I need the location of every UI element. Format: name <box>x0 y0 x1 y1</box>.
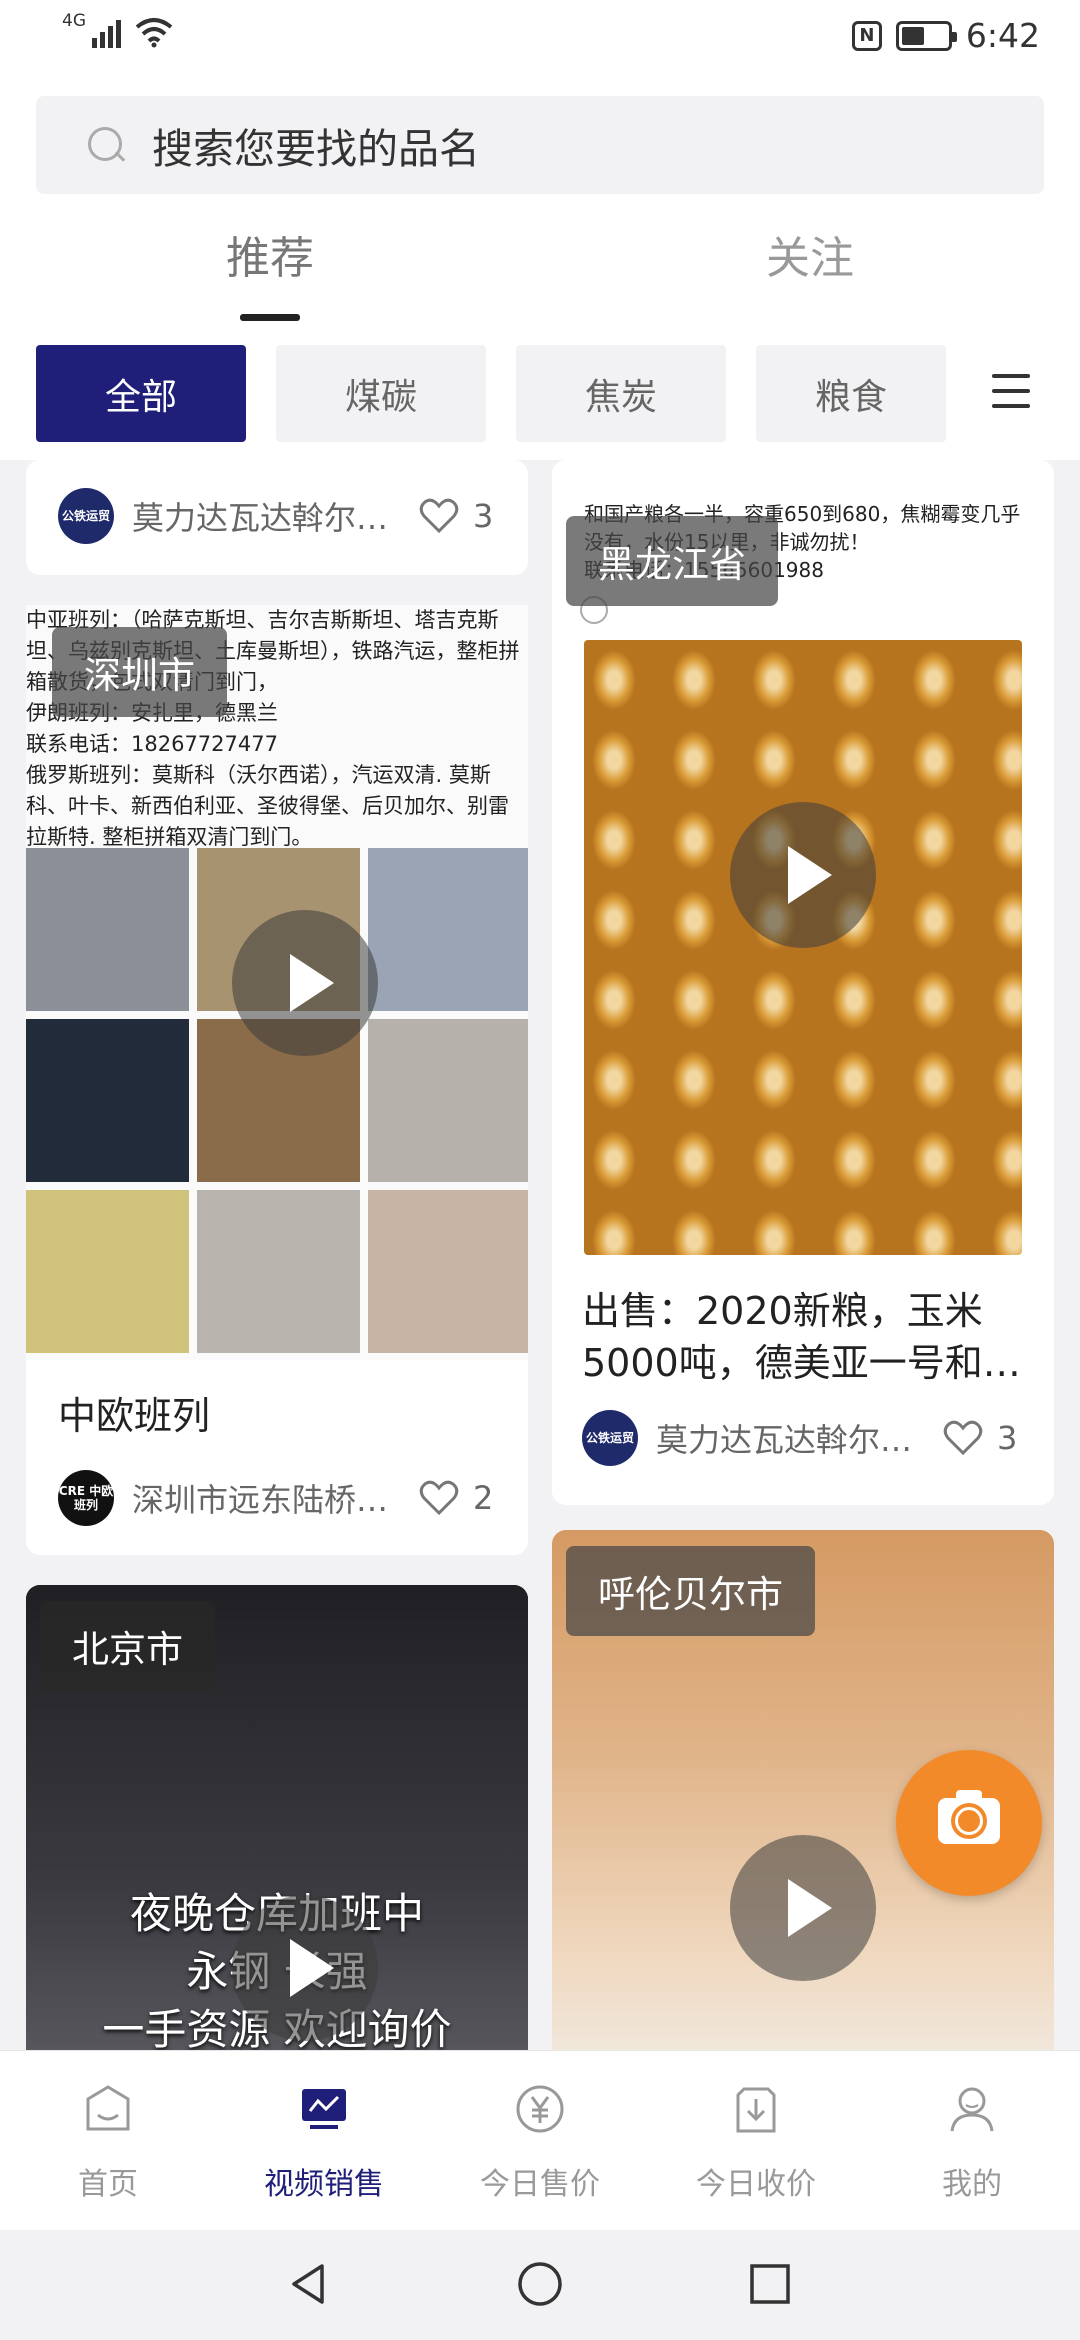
card-author[interactable]: CRE 中欧班列 深圳市远东陆桥… 2 <box>58 1470 493 1526</box>
play-icon[interactable] <box>730 1835 876 1981</box>
category-chips: 全部 煤碳 焦炭 粮食 <box>36 345 946 442</box>
nav-label: 首页 <box>78 2167 138 2202</box>
card-author[interactable]: 公铁运贸 莫力达瓦达斡尔… 3 <box>58 488 493 544</box>
back-icon[interactable] <box>284 2260 332 2308</box>
category-all[interactable]: 全部 <box>36 345 246 442</box>
like-count: 3 <box>997 1419 1018 1457</box>
bottom-nav: 首页 视频销售 今日售价 今日收价 我的 <box>0 2050 1080 2230</box>
status-right: N 6:42 <box>851 16 1040 55</box>
nav-label: 视频销售 <box>264 2167 384 2202</box>
menu-icon[interactable] <box>992 374 1030 408</box>
yen-price-icon <box>516 2085 564 2133</box>
like-button[interactable]: 3 <box>419 497 493 535</box>
search-input[interactable]: 搜索您要找的品名 <box>152 115 480 175</box>
feed-card[interactable]: 和国产粮各一半，容重650到680，焦糊霉变几乎没有，水份15以里，非诚勿扰！ … <box>552 460 1054 1505</box>
nav-profile[interactable]: 我的 <box>864 2081 1080 2203</box>
signal-icon <box>92 16 121 48</box>
nav-label: 今日售价 <box>480 2167 600 2202</box>
nav-today-sell-price[interactable]: 今日售价 <box>432 2081 648 2203</box>
author-name: 深圳市远东陆桥… <box>132 1481 389 1519</box>
category-coal[interactable]: 煤碳 <box>276 345 486 442</box>
heart-icon <box>943 1420 983 1456</box>
wifi-icon <box>135 18 173 48</box>
author-name: 莫力达瓦达斡尔… <box>656 1421 913 1459</box>
nav-today-buy-price[interactable]: 今日收价 <box>648 2081 864 2203</box>
search-icon <box>86 125 126 165</box>
status-left: 4G <box>62 11 173 48</box>
camera-icon <box>938 1790 1000 1844</box>
play-icon[interactable] <box>232 1895 378 2041</box>
nav-label: 今日收价 <box>696 2167 816 2202</box>
home-icon <box>86 2085 130 2131</box>
like-count: 2 <box>473 1479 494 1517</box>
clock: 6:42 <box>965 16 1040 55</box>
nfc-icon: N <box>851 20 882 51</box>
nav-video-sales[interactable]: 视频销售 <box>216 2081 432 2203</box>
like-button[interactable]: 2 <box>419 1479 493 1517</box>
category-grain[interactable]: 粮食 <box>756 345 946 442</box>
system-nav-bar <box>0 2230 1080 2340</box>
play-icon[interactable] <box>730 802 876 948</box>
avatar: 公铁运贸 <box>58 488 114 544</box>
video-thumbnail[interactable]: 北京市 夜晚仓库加班中 永钢 长强 一手资源 欢迎询价 <box>26 1585 528 2050</box>
status-bar: 4G N 6:42 <box>0 0 1080 80</box>
video-thumbnail[interactable]: 中亚班列：（哈萨克斯坦、吉尔吉斯斯坦、塔吉克斯坦、乌兹别克斯坦、土库曼斯坦），铁… <box>26 605 528 1360</box>
play-icon[interactable] <box>232 910 378 1056</box>
profile-icon <box>950 2087 994 2132</box>
recents-icon[interactable] <box>746 2260 794 2308</box>
avatar: 公铁运贸 <box>582 1410 638 1466</box>
location-tag: 呼伦贝尔市 <box>566 1546 815 1636</box>
video-thumbnail[interactable]: 和国产粮各一半，容重650到680，焦糊霉变几乎没有，水份15以里，非诚勿扰！ … <box>552 460 1054 1255</box>
tab-indicator <box>240 314 300 321</box>
nav-label: 我的 <box>942 2167 1002 2202</box>
card-author[interactable]: 公铁运贸 莫力达瓦达斡尔… 3 <box>582 1410 1017 1466</box>
avatar: CRE 中欧班列 <box>58 1470 114 1526</box>
nav-home[interactable]: 首页 <box>0 2081 216 2203</box>
video-sales-icon <box>302 2089 346 2129</box>
like-count: 3 <box>473 497 494 535</box>
card-title: 出售：2020新粮，玉米5000吨，德美亚一号和… <box>582 1289 1021 1385</box>
heart-icon <box>419 1480 459 1516</box>
network-type: 4G <box>62 11 86 31</box>
feed-card[interactable]: 公铁运贸 莫力达瓦达斡尔… 3 <box>26 460 528 575</box>
location-tag: 北京市 <box>40 1601 215 1691</box>
location-tag: 深圳市 <box>52 627 227 717</box>
card-title: 中欧班列 <box>58 1394 211 1438</box>
feed-card[interactable]: 中亚班列：（哈萨克斯坦、吉尔吉斯斯坦、塔吉克斯坦、乌兹别克斯坦、土库曼斯坦），铁… <box>26 605 528 1555</box>
search-bar[interactable]: 搜索您要找的品名 <box>36 96 1044 194</box>
download-price-icon <box>736 2087 776 2133</box>
location-tag: 黑龙江省 <box>566 516 778 606</box>
home-circle-icon[interactable] <box>516 2260 564 2308</box>
author-name: 莫力达瓦达斡尔… <box>132 499 389 537</box>
tab-following[interactable]: 关注 <box>710 222 910 286</box>
heart-icon <box>419 498 459 534</box>
feed-card[interactable]: 北京市 夜晚仓库加班中 永钢 长强 一手资源 欢迎询价 <box>26 1585 528 2050</box>
category-coke[interactable]: 焦炭 <box>516 345 726 442</box>
card-body: 出售：2020新粮，玉米5000吨，德美亚一号和… 公铁运贸 莫力达瓦达斡尔… … <box>552 1255 1054 1505</box>
feed-tabs: 推荐 关注 <box>0 222 1080 322</box>
camera-button[interactable] <box>896 1750 1042 1896</box>
battery-icon <box>895 20 957 51</box>
tab-recommended[interactable]: 推荐 <box>170 222 370 286</box>
like-button[interactable]: 3 <box>943 1419 1017 1457</box>
